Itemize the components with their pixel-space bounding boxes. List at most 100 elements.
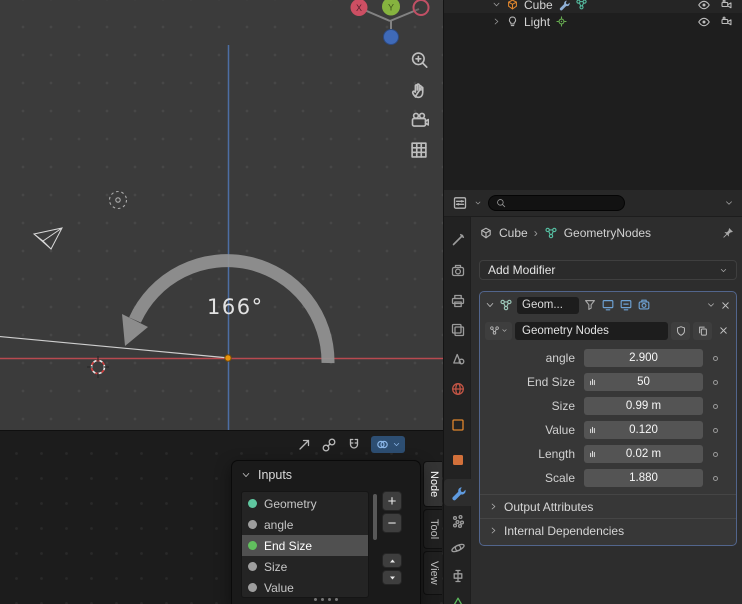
panel-resize-grip[interactable] xyxy=(232,598,420,601)
list-item-end-size[interactable]: End Size xyxy=(242,535,368,556)
expand-chevron-right-icon[interactable] xyxy=(492,17,501,26)
cursor-3d[interactable] xyxy=(87,356,109,378)
triangle-up-icon xyxy=(388,557,397,565)
hide-viewport-eye-icon[interactable] xyxy=(697,0,711,12)
breadcrumb-object[interactable]: Cube xyxy=(499,226,528,240)
tab-node[interactable]: Node xyxy=(423,461,442,508)
subpanel-output-attributes[interactable]: Output Attributes xyxy=(480,494,736,518)
unlink-close-icon[interactable] xyxy=(715,325,731,336)
tab-data-icon[interactable] xyxy=(449,594,466,604)
collapse-chevron-icon[interactable] xyxy=(485,300,495,310)
hide-render-camera-icon[interactable] xyxy=(720,0,733,11)
modifier-name-field[interactable]: Geom... xyxy=(517,296,579,314)
move-down-button[interactable] xyxy=(382,570,402,585)
value-value-field[interactable]: 0.120 xyxy=(584,421,703,439)
snap-magnet-icon[interactable] xyxy=(346,437,362,453)
add-input-button[interactable]: + xyxy=(382,491,402,511)
animate-dot[interactable] xyxy=(713,475,718,481)
scale-value-field[interactable]: 1.880 xyxy=(584,469,703,487)
list-scrollbar[interactable] xyxy=(373,494,377,540)
tab-constraints-icon[interactable] xyxy=(449,567,466,584)
animate-dot[interactable] xyxy=(713,427,718,433)
length-value-field[interactable]: 0.02 m xyxy=(584,445,703,463)
outliner-row-cube[interactable]: Cube xyxy=(444,0,742,13)
link-icon[interactable] xyxy=(321,437,337,453)
slider-icon xyxy=(587,376,599,388)
chevron-right-icon xyxy=(489,526,498,535)
socket-color-dot xyxy=(248,541,257,550)
ortho-grid-icon[interactable] xyxy=(409,140,429,160)
modifier-wrench-icon[interactable] xyxy=(558,0,570,11)
hide-viewport-eye-icon[interactable] xyxy=(697,15,711,29)
remove-input-button[interactable]: − xyxy=(382,513,402,533)
tab-particles-icon[interactable] xyxy=(449,512,466,529)
copy-node-tree-button[interactable] xyxy=(693,321,712,340)
vertex-group-filter-icon[interactable] xyxy=(583,298,597,312)
tab-tool-icon[interactable] xyxy=(449,231,466,248)
socket-color-dot xyxy=(248,520,257,529)
animate-dot[interactable] xyxy=(713,451,718,457)
end-size-value-field[interactable]: 50 xyxy=(584,373,703,391)
axis-gizmo-negx-ball[interactable] xyxy=(412,0,430,16)
tab-output-icon[interactable] xyxy=(449,292,466,309)
tab-tool[interactable]: Tool xyxy=(423,509,442,550)
light-data-icon[interactable] xyxy=(555,15,568,28)
tab-view[interactable]: View xyxy=(423,551,442,596)
auto-offset-icon[interactable] xyxy=(296,437,312,453)
fake-user-shield-button[interactable] xyxy=(671,321,690,340)
animate-dot[interactable] xyxy=(713,403,718,409)
list-item-geometry[interactable]: Geometry xyxy=(242,493,368,514)
tab-render-icon[interactable] xyxy=(449,262,466,279)
subpanel-internal-dependencies[interactable]: Internal Dependencies xyxy=(480,518,736,542)
field-value: 0.120 xyxy=(629,424,658,436)
inputs-panel-title: Inputs xyxy=(258,468,293,482)
tab-view-layer-icon[interactable] xyxy=(449,321,466,338)
animate-dot[interactable] xyxy=(713,355,718,361)
object-name[interactable]: Cube xyxy=(524,0,553,12)
realtime-display-icon[interactable] xyxy=(619,298,633,312)
geometry-nodes-icon[interactable] xyxy=(575,0,588,11)
close-icon[interactable] xyxy=(720,300,731,311)
tab-physics-icon[interactable] xyxy=(449,539,466,556)
tab-modifiers-icon[interactable] xyxy=(449,484,466,501)
list-item-angle[interactable]: angle xyxy=(242,514,368,535)
axis-gizmo-z-ball[interactable] xyxy=(383,29,399,45)
edit-mode-display-icon[interactable] xyxy=(601,298,615,312)
wireframe-mesh-object[interactable] xyxy=(32,227,63,250)
browse-node-tree-button[interactable] xyxy=(485,321,512,340)
overlays-toggle[interactable] xyxy=(371,436,405,453)
origin-vertex-dot[interactable] xyxy=(224,354,232,362)
pin-icon[interactable] xyxy=(721,226,735,240)
node-tree-name-field[interactable]: Geometry Nodes xyxy=(515,321,668,340)
add-modifier-button[interactable]: Add Modifier xyxy=(479,260,737,280)
light-object[interactable] xyxy=(108,190,128,210)
animate-dot[interactable] xyxy=(713,379,718,385)
tab-scene-icon[interactable] xyxy=(449,350,466,367)
zoom-icon[interactable] xyxy=(409,50,429,70)
move-up-button[interactable] xyxy=(382,553,402,568)
tab-world-icon[interactable] xyxy=(449,380,466,397)
outliner-row-light[interactable]: Light xyxy=(444,13,742,30)
pan-hand-icon[interactable] xyxy=(409,80,429,100)
size-value-field[interactable]: 0.99 m xyxy=(584,397,703,415)
options-chevron-icon[interactable] xyxy=(724,198,734,208)
editor-type-icon[interactable] xyxy=(452,195,468,211)
properties-search-input[interactable] xyxy=(488,195,625,211)
list-item-value[interactable]: Value xyxy=(242,577,368,597)
render-display-icon[interactable] xyxy=(637,298,651,312)
breadcrumb-modifier[interactable]: GeometryNodes xyxy=(564,226,651,240)
list-item-size[interactable]: Size xyxy=(242,556,368,577)
angle-value-field[interactable]: 2.900 xyxy=(584,349,703,367)
object-name[interactable]: Light xyxy=(524,15,550,29)
expand-chevron-down-icon[interactable] xyxy=(492,0,501,9)
camera-view-icon[interactable] xyxy=(409,110,429,130)
chevron-down-icon[interactable] xyxy=(474,199,482,207)
viewport-3d[interactable]: X Y 166° xyxy=(0,0,443,430)
tab-object-icon[interactable] xyxy=(449,416,466,433)
axis-gizmo[interactable]: X Y xyxy=(350,0,430,45)
collapse-chevron-icon[interactable] xyxy=(241,470,251,480)
viewport-overlay: X Y xyxy=(0,0,443,430)
tab-object-data-icon[interactable] xyxy=(449,451,466,468)
modifier-extras-chevron-icon[interactable] xyxy=(706,300,716,310)
hide-render-camera-icon[interactable] xyxy=(720,15,733,28)
